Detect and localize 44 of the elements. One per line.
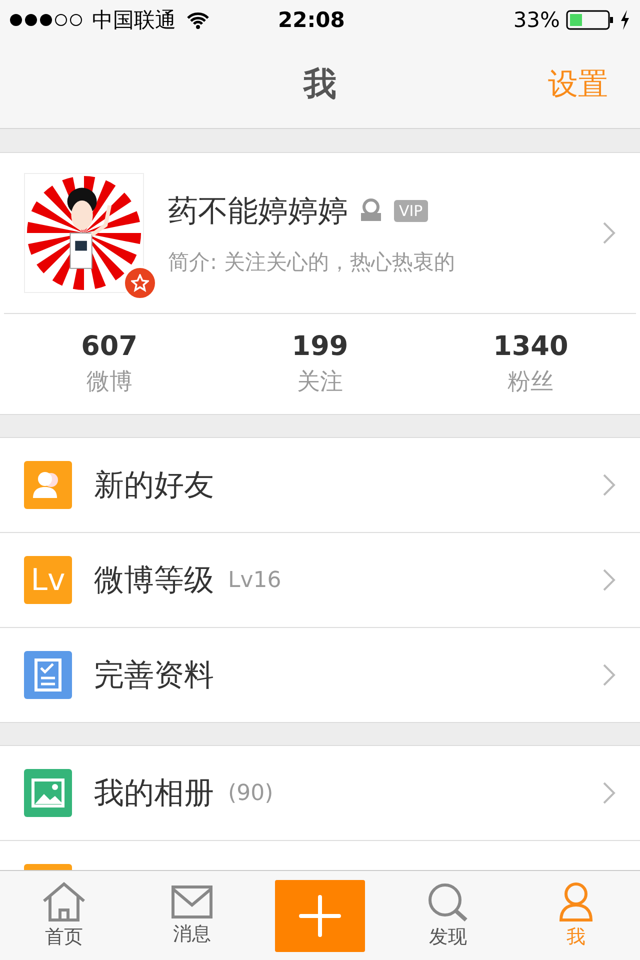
chevron-icon xyxy=(602,568,616,592)
page-title: 我 xyxy=(304,62,336,104)
menu-label: 新的好友 xyxy=(94,466,214,504)
person-icon xyxy=(559,882,593,922)
battery-percent: 33% xyxy=(513,8,560,32)
status-time: 22:08 xyxy=(278,8,345,32)
tab-item[interactable]: 消息 xyxy=(128,884,256,946)
level-icon: Lv xyxy=(24,556,72,604)
menu-label: 微博等级 xyxy=(94,562,214,600)
crown-icon xyxy=(358,198,384,224)
carrier-name: 中国联通 xyxy=(92,7,176,34)
stat-count[interactable]: 1340 xyxy=(493,331,568,362)
stat-count[interactable]: 607 xyxy=(81,331,138,362)
compose-button[interactable] xyxy=(275,880,365,952)
user-name: 药不能婷婷婷 xyxy=(168,192,348,230)
tab-item[interactable]: 发现 xyxy=(384,882,512,950)
search-icon xyxy=(427,882,469,922)
chevron-icon xyxy=(602,473,616,497)
chevron-icon xyxy=(602,221,616,245)
wifi-icon xyxy=(186,11,210,29)
home-icon xyxy=(42,882,86,922)
menu-item[interactable]: 完善资料 xyxy=(0,628,640,722)
menu-item[interactable]: 新的好友 xyxy=(0,438,640,533)
charging-icon xyxy=(620,10,630,30)
menu-label: 完善资料 xyxy=(94,656,214,694)
plus-icon xyxy=(299,894,341,936)
chevron-icon xyxy=(602,663,616,687)
bio-text: 简介: 关注关心的，热心热衷的 xyxy=(168,248,456,276)
chevron-icon xyxy=(602,781,616,805)
stat-count[interactable]: 199 xyxy=(292,331,348,362)
menu-extra: (90) xyxy=(228,780,274,806)
menu-extra: Lv16 xyxy=(228,568,282,592)
document-icon xyxy=(24,651,72,699)
friends-icon xyxy=(24,461,72,509)
tab-item[interactable]: 首页 xyxy=(0,882,128,950)
menu-label: 我的相册 xyxy=(94,774,214,812)
battery-icon xyxy=(566,10,614,30)
profile-card[interactable]: 药不能婷婷婷 VIP 简介: 关注关心的，热心热衷的 607 微博 199 关注 1340 粉丝 xyxy=(0,152,640,415)
menu-item[interactable]: Lv 微博等级 Lv16 xyxy=(0,533,640,628)
image-icon xyxy=(24,769,72,817)
signal-icon xyxy=(10,14,82,26)
menu-item[interactable]: 我的相册 (90) xyxy=(0,746,640,841)
envelope-icon xyxy=(171,884,213,918)
vip-badge: VIP xyxy=(394,200,428,222)
